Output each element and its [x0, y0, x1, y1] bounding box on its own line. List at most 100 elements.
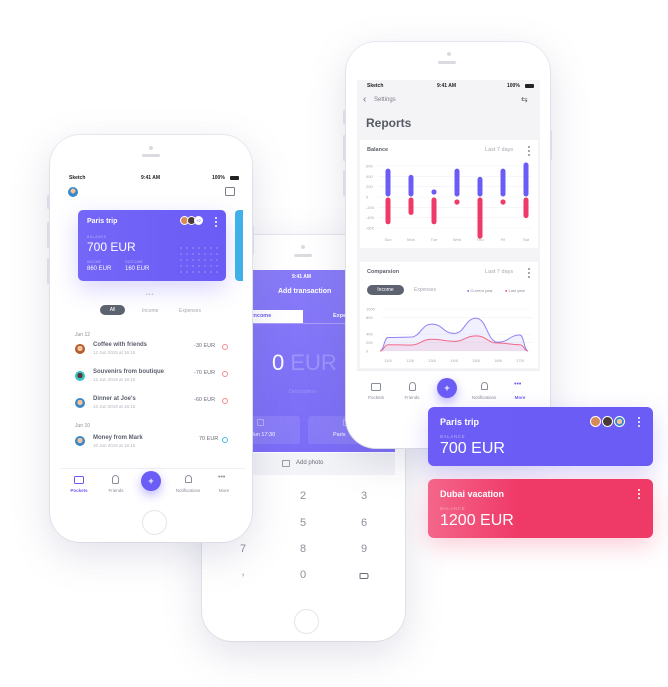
y-tick-label: 400 [366, 174, 373, 179]
transaction-title[interactable]: Coffee with friends [93, 342, 147, 348]
transaction-date: 12 Jun 2019 at 16:15 [93, 350, 136, 355]
expense-icon [222, 398, 228, 404]
comparison-title: Comparsion [367, 269, 400, 275]
person-icon[interactable] [409, 382, 416, 391]
pocket-card-paris[interactable]: Paris trip +2 BALANCE 700 EUR INCOME 860… [78, 210, 226, 281]
tab-expenses[interactable]: Expe [333, 313, 346, 319]
y-tick-label: 0 [366, 195, 369, 200]
transaction-title[interactable]: Money from Mark [93, 435, 143, 441]
y-tick-label: -400 [366, 215, 375, 220]
add-button[interactable]: + [437, 378, 457, 398]
floating-card-paris[interactable]: Paris trip BALANCE 700 EUR [428, 407, 653, 466]
home-button[interactable] [294, 609, 319, 634]
profile-avatar[interactable] [67, 186, 79, 198]
page-title: Reports [366, 116, 412, 130]
card-dot-pattern [178, 245, 220, 275]
bell-icon[interactable] [185, 475, 192, 483]
transaction-title[interactable]: Dinner at Joe's [93, 396, 136, 402]
transaction-date: 12 Jun 2019 at 16:15 [93, 404, 136, 409]
more-icon[interactable]: ••• [218, 474, 225, 481]
key-0[interactable]: 0 [300, 569, 306, 581]
description-input[interactable]: Description [289, 389, 317, 395]
tab-income[interactable]: Income [142, 308, 158, 314]
bell-icon[interactable] [481, 382, 488, 390]
bar-dot [500, 199, 506, 205]
member-avatar [602, 416, 613, 427]
x-tick-label: 11/6 [384, 358, 392, 363]
expense-icon [222, 344, 228, 350]
status-battery: 100% [212, 175, 225, 181]
key-7[interactable]: 7 [240, 543, 246, 555]
more-members-badge: +2 [194, 216, 203, 225]
date-header: Jun 12 [75, 332, 91, 338]
member-avatar [590, 416, 601, 427]
income-icon [222, 437, 228, 443]
period-select[interactable]: Last 7 days [485, 147, 513, 153]
y-tick-label: -200 [366, 205, 375, 210]
y-tick-label: 200 [366, 340, 373, 345]
x-tick-label: 12/6 [406, 358, 415, 363]
period-select[interactable]: Last 7 days [485, 269, 513, 275]
card-menu-icon[interactable] [215, 217, 218, 229]
pockets-phone: Sketch 9:41 AM 100% Paris trip +2 BALANC… [50, 135, 252, 542]
date-field[interactable]: Jun 17:30 [250, 416, 300, 444]
x-tick-label: 14/6 [450, 358, 459, 363]
legend-last-year: ● Last year [505, 288, 525, 293]
status-carrier: Sketch [69, 175, 86, 181]
y-tick-label: 800 [366, 315, 373, 320]
status-carrier: Sketch [367, 83, 384, 89]
y-tick-label: 600 [366, 164, 373, 169]
transaction-avatar [74, 397, 86, 409]
card-menu-icon[interactable] [638, 489, 641, 501]
y-tick-label: 1000 [366, 307, 376, 312]
x-tick-label: 16/6 [494, 358, 503, 363]
x-tick-label: 13/6 [428, 358, 437, 363]
tab-income[interactable]: Income [250, 310, 303, 323]
back-link[interactable]: Settings [374, 97, 396, 103]
key-8[interactable]: 8 [300, 543, 306, 555]
x-tick-label: Sat [523, 237, 530, 242]
tab-expenses[interactable]: Expenses [179, 308, 201, 314]
y-tick-label: 200 [366, 184, 373, 189]
bar-dot [454, 199, 460, 205]
key-6[interactable]: 6 [361, 517, 367, 529]
person-icon[interactable] [112, 475, 119, 484]
member-avatar [614, 416, 625, 427]
date-header: Jun 10 [75, 423, 91, 429]
add-button[interactable]: + [141, 471, 161, 491]
y-tick-label: 0 [366, 349, 369, 354]
backspace-icon[interactable] [359, 573, 369, 579]
key-9[interactable]: 9 [361, 543, 367, 555]
tab-expenses[interactable]: Expenses [414, 287, 436, 293]
x-tick-label: Fri [501, 237, 506, 242]
key-comma[interactable]: , [241, 566, 244, 578]
transaction-title[interactable]: Souvenirs from boutique [93, 369, 164, 375]
comparison-menu-icon[interactable] [528, 268, 531, 280]
tab-all[interactable]: All [100, 305, 125, 315]
folder-icon[interactable] [371, 383, 381, 391]
transaction-avatar [74, 370, 86, 382]
screen-title: Add transaction [278, 288, 332, 295]
home-button[interactable] [142, 510, 167, 535]
transaction-amount: -60 EUR [194, 397, 216, 403]
x-tick-label: Tue [431, 237, 439, 242]
key-5[interactable]: 5 [300, 517, 306, 529]
back-chevron-icon[interactable]: ‹ [363, 94, 366, 105]
transaction-avatar [74, 435, 86, 447]
filter-icon[interactable]: ⇆ [521, 95, 528, 104]
wallet-icon[interactable] [225, 187, 235, 196]
y-tick-label: -600 [366, 226, 375, 231]
nav-pockets[interactable] [74, 476, 84, 484]
key-3[interactable]: 3 [361, 490, 367, 502]
x-tick-label: Sun [384, 237, 391, 242]
pocket-card-next[interactable] [235, 210, 243, 281]
floating-card-dubai[interactable]: Dubai vacation BALANCE 1200 EUR [428, 479, 653, 538]
amount-input[interactable]: 0 EUR [272, 350, 337, 376]
transaction-amount: -70 EUR [194, 370, 216, 376]
y-tick-label: 400 [366, 332, 373, 337]
more-icon[interactable]: ••• [514, 381, 521, 388]
tab-income[interactable]: Income [367, 285, 404, 295]
legend-current-year: ● Current year [467, 288, 493, 293]
card-menu-icon[interactable] [638, 417, 641, 429]
key-2[interactable]: 2 [300, 490, 306, 502]
